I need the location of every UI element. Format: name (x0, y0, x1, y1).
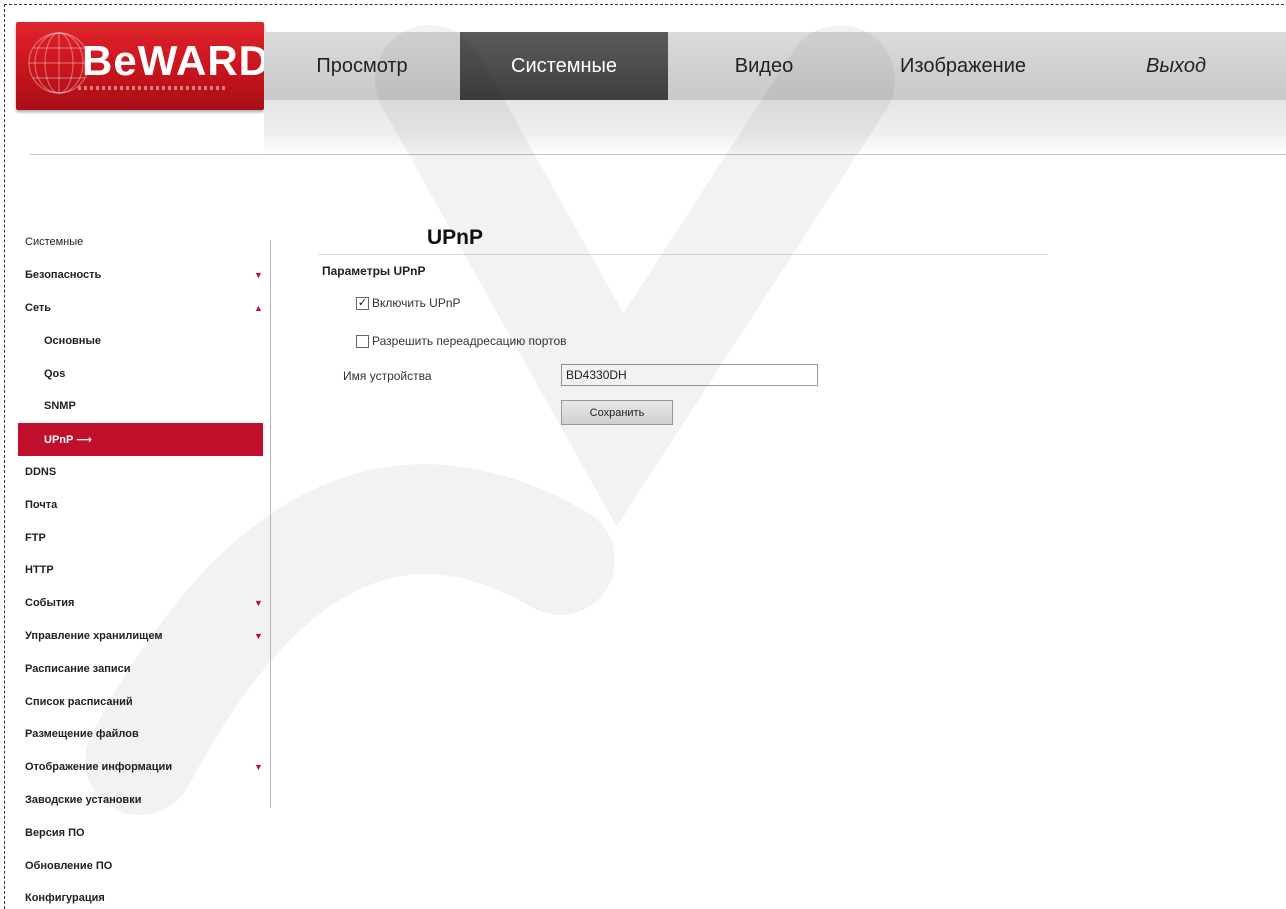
sidebar-item-label: FTP (25, 531, 46, 544)
sidebar-item-configuration[interactable]: Конфигурация (22, 882, 272, 909)
sidebar-item-label: Основные (44, 334, 101, 347)
sidebar-item-label: Сеть (25, 301, 52, 314)
nav-video[interactable]: Видео (668, 32, 860, 100)
brand-logo[interactable]: BeWARD (16, 22, 264, 110)
sidebar-item-label: Обновление ПО (25, 859, 113, 872)
sidebar-item-http[interactable]: HTTP (22, 554, 272, 587)
nav-image[interactable]: Изображение (860, 32, 1066, 100)
sidebar-item-label: Конфигурация (25, 892, 105, 905)
logo-tagline-dots (78, 86, 228, 90)
sidebar-item-record-schedule[interactable]: Расписание записи (22, 652, 272, 685)
sidebar-item-osd[interactable]: Отображение информации ▼ (22, 751, 272, 784)
sidebar-item-label: Управление хранилищем (25, 629, 163, 642)
nav-logout[interactable]: Выход (1066, 32, 1286, 100)
sidebar-item-label: События (25, 597, 75, 610)
sidebar-item-mail[interactable]: Почта (22, 488, 272, 521)
sidebar-item-label: UPnP ⟶ (44, 433, 92, 446)
port-forwarding-label: Разрешить переадресацию портов (372, 334, 567, 348)
chevron-down-icon: ▼ (254, 598, 263, 609)
save-button[interactable]: Сохранить (561, 400, 673, 425)
sidebar-item-label: Список расписаний (25, 695, 133, 708)
port-forwarding-row[interactable]: Разрешить переадресацию портов (356, 334, 567, 348)
sidebar-item-schedule-list[interactable]: Список расписаний (22, 685, 272, 718)
sidebar-item-system[interactable]: Системные (22, 226, 272, 259)
sidebar-item-network-basic[interactable]: Основные (22, 324, 272, 357)
sidebar-item-label: DDNS (25, 465, 57, 478)
port-forwarding-checkbox[interactable] (356, 334, 369, 348)
nav-view[interactable]: Просмотр (264, 32, 460, 100)
enable-upnp-row[interactable]: ✓ Включить UPnP (356, 296, 461, 310)
nav-system[interactable]: Системные (460, 32, 668, 100)
sidebar-item-label: HTTP (25, 564, 54, 577)
sidebar-divider (270, 240, 271, 808)
sidebar-item-label: Заводские установки (25, 793, 142, 806)
sidebar-item-label: Версия ПО (25, 826, 85, 839)
chevron-down-icon: ▼ (254, 630, 263, 641)
sidebar-item-qos[interactable]: Qos (22, 357, 272, 390)
sidebar-item-label: Системные (25, 236, 84, 249)
chevron-down-icon: ▼ (254, 270, 263, 281)
sidebar-item-label: Расписание записи (25, 662, 131, 675)
sidebar-item-label: Почта (25, 498, 58, 511)
chevron-up-icon: ▲ (254, 302, 263, 313)
sidebar-item-firmware-version[interactable]: Версия ПО (22, 816, 272, 849)
sidebar-item-label: SNMP (44, 400, 76, 413)
sidebar-item-upnp[interactable]: UPnP ⟶ (18, 422, 263, 456)
page-title: UPnP (427, 226, 484, 249)
sidebar-item-label: Отображение информации (25, 761, 173, 774)
device-name-input[interactable] (561, 364, 818, 386)
sidebar-item-snmp[interactable]: SNMP (22, 390, 272, 423)
sidebar-item-label: Безопасность (25, 269, 102, 282)
enable-upnp-checkbox[interactable]: ✓ (356, 296, 369, 310)
header-divider (30, 154, 1286, 155)
top-navigation: Просмотр Системные Видео Изображение Вых… (264, 32, 1286, 100)
logo-text: BeWARD (82, 37, 264, 84)
sidebar-item-storage[interactable]: Управление хранилищем ▼ (22, 620, 272, 653)
chevron-down-icon: ▼ (254, 762, 263, 773)
title-divider (318, 254, 1048, 255)
sidebar-item-ddns[interactable]: DDNS (22, 456, 272, 489)
sidebar-item-factory-reset[interactable]: Заводские установки (22, 784, 272, 817)
enable-upnp-label: Включить UPnP (372, 296, 461, 310)
device-name-label: Имя устройства (343, 369, 432, 383)
sidebar-item-network[interactable]: Сеть ▲ (22, 292, 272, 325)
sidebar-item-file-placement[interactable]: Размещение файлов (22, 718, 272, 751)
header-subbar (264, 100, 1286, 156)
sidebar: Системные Безопасность ▼ Сеть ▲ Основные Q… (18, 226, 272, 909)
sidebar-item-ftp[interactable]: FTP (22, 521, 272, 554)
sidebar-item-label: Размещение файлов (25, 728, 139, 741)
sidebar-item-security[interactable]: Безопасность ▼ (22, 259, 272, 292)
sidebar-item-events[interactable]: События ▼ (22, 587, 272, 620)
section-heading: Параметры UPnP (322, 264, 426, 278)
sidebar-item-label: Qos (44, 367, 66, 380)
sidebar-item-firmware-update[interactable]: Обновление ПО (22, 849, 272, 882)
